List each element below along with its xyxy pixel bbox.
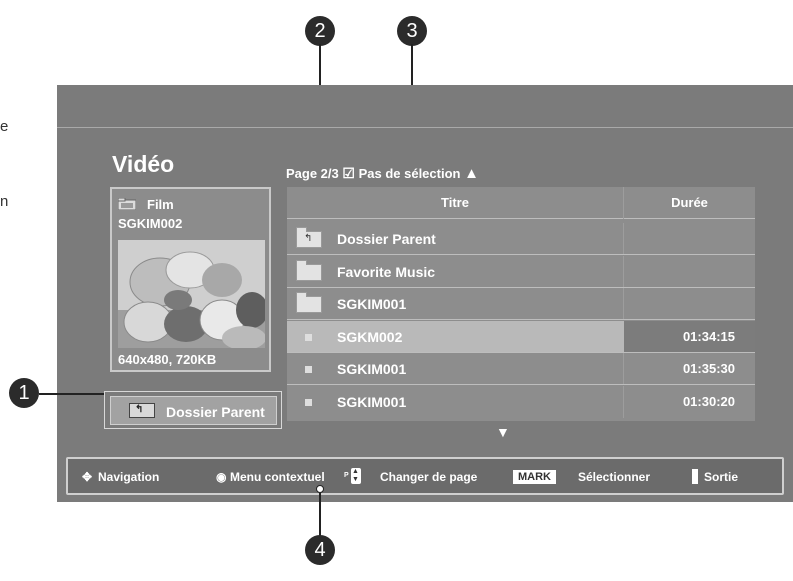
menu-icon: ◉ [216,470,227,484]
callout-1: 1 [9,378,39,408]
callout-4-marker [316,485,324,493]
item-name: SGKIM001 [337,361,407,377]
exit-key-icon [692,469,698,484]
selection-status: Pas de sélection [358,166,461,181]
file-bullet-icon [305,399,312,406]
navigation-icon: ✥ [82,470,93,484]
item-duration: 01:30:20 [682,394,735,409]
column-duration: Durée [671,195,708,210]
help-bar: ✥ Navigation ◉ Menu contextuel P ▲ ▼ Cha… [66,457,784,495]
folder-icon [117,197,137,211]
page-number: Page 2/3 [286,166,339,181]
item-duration: 01:35:30 [682,361,735,376]
callout-2-line [319,44,321,86]
list-item[interactable]: ↰ Dossier Parent [287,223,755,255]
file-list: Titre Durée ↰ Dossier Parent Favorite Mu… [287,187,755,421]
page-key-icon: ▲ ▼ [351,468,361,484]
item-name: Dossier Parent [337,231,436,247]
item-duration: 01:34:15 [682,329,735,344]
menu-label: Menu contextuel [230,470,325,484]
preview-file-name: SGKIM002 [118,216,183,231]
parent-folder-button[interactable]: ↰ Dossier Parent [110,396,277,425]
select-label: Sélectionner [578,470,651,484]
list-item[interactable]: SGKIM001 01:30:20 [287,386,755,418]
preview-thumbnail [118,240,265,348]
top-separator [57,127,793,128]
folder-up-icon: ↰ [296,227,322,248]
callout-1-line [39,393,105,395]
list-item[interactable]: SGKIM001 [287,288,755,320]
page-title: Vidéo [112,151,175,177]
navigation-label: Navigation [98,470,160,484]
item-name: SGKIM001 [337,394,407,410]
item-name: Favorite Music [337,264,436,280]
column-title: Titre [441,195,469,210]
callout-2: 2 [305,16,335,46]
checkbox-icon[interactable]: ☑ [342,165,355,181]
page-indicator: Page 2/3 ☑ Pas de sélection ▲ [286,165,479,182]
callout-3: 3 [397,16,427,46]
side-text-e: e [0,118,9,135]
callout-4: 4 [305,535,335,565]
exit-label: Sortie [704,470,739,484]
folder-icon [296,260,322,281]
file-bullet-icon [305,334,312,341]
parent-button-label: Dossier Parent [166,404,265,420]
folder-icon [296,292,322,313]
list-item[interactable]: Favorite Music [287,256,755,288]
file-bullet-icon [305,366,312,373]
page-change-label: Changer de page [380,470,478,484]
callout-3-line [411,44,413,86]
side-text-n: n [0,193,9,210]
scroll-down-icon[interactable]: ▼ [496,424,510,440]
scroll-up-icon[interactable]: ▲ [464,165,479,182]
callout-4-line [319,493,321,536]
preview-type-label: Film [147,197,174,212]
preview-file-info: 640x480, 720KB [118,352,217,367]
folder-up-icon: ↰ [129,403,155,418]
item-name: SGKIM001 [337,296,407,312]
p-key-label: P [344,472,349,479]
mark-key: MARK [513,470,556,484]
item-name: SGKM002 [337,329,403,345]
list-item-selected[interactable]: SGKM002 01:34:15 [287,321,755,353]
list-item[interactable]: SGKIM001 01:35:30 [287,353,755,385]
